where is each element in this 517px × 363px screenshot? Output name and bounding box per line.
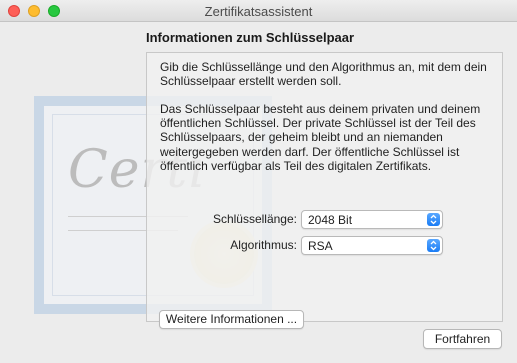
algorithm-value: RSA (308, 239, 333, 253)
algorithm-label: Algorithmus: (230, 238, 297, 252)
chevron-up-down-icon (427, 213, 440, 226)
chevron-up-down-icon (427, 239, 440, 252)
window-title: Zertifikatsassistent (204, 4, 313, 19)
more-info-button[interactable]: Weitere Informationen ... (159, 310, 304, 329)
intro-text: Gib die Schlüssellänge und den Algorithm… (160, 60, 487, 89)
section-title: Informationen zum Schlüsselpaar (146, 30, 355, 45)
algorithm-popup[interactable]: RSA (301, 236, 443, 255)
key-length-popup[interactable]: 2048 Bit (301, 210, 443, 229)
key-length-value: 2048 Bit (308, 213, 353, 227)
key-length-label: Schlüssellänge: (212, 212, 297, 226)
key-pair-panel: Gib die Schlüssellänge und den Algorithm… (146, 52, 503, 329)
title-bar: Zertifikatsassistent (0, 0, 517, 22)
assistant-content: Certi Informationen zum Schlüsselpaar Gi… (0, 22, 517, 363)
continue-button[interactable]: Fortfahren (423, 329, 502, 349)
description-text: Das Schlüsselpaar besteht aus deinem pri… (160, 102, 481, 173)
